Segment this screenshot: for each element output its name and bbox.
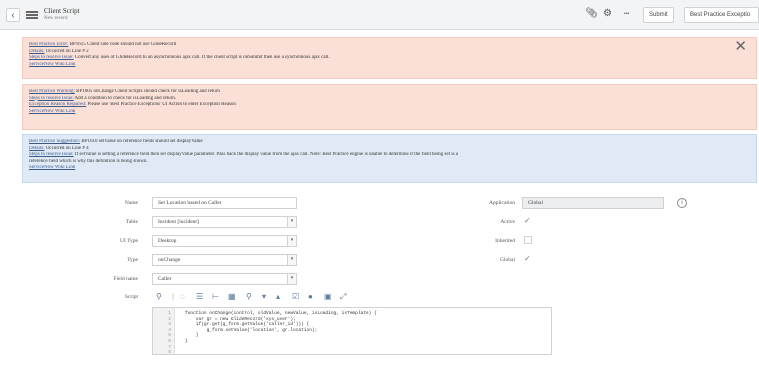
field-name-label: Field name [113, 276, 138, 282]
banner-text: reference field which is why this defini… [29, 158, 148, 164]
inherited-checkbox[interactable] [524, 236, 532, 244]
banner-text: Convert any uses of GlideRecord to an as… [73, 55, 330, 60]
chevron-down-icon: ▾ [287, 236, 296, 246]
field-name-select-value: Caller [158, 276, 172, 282]
banner-text: Occurred on Line # 2 [44, 48, 89, 54]
name-label: Name [124, 200, 138, 206]
back-button[interactable]: ‹ [6, 8, 20, 22]
chevron-down-icon[interactable]: ▾ [262, 292, 266, 302]
suggestion-banner: Best Practice Suggestion: BP1610 setValu… [22, 134, 757, 183]
banner-text: If setValue is setting a reference field… [73, 152, 459, 157]
banner-text: BP1615 Client side code should not use G… [68, 42, 177, 47]
active-checkbox[interactable]: ✓ [524, 217, 531, 225]
global-checkbox[interactable]: ✓ [524, 255, 531, 263]
save-icon[interactable]: ▣ [324, 292, 332, 302]
ui-type-select[interactable]: Desktop ▾ [152, 235, 297, 247]
script-editor[interactable]: 1 2 3 4 5 6 7 8 function onChange(contro… [152, 307, 552, 355]
script-label: Script [124, 294, 138, 300]
global-label: Global [500, 257, 515, 263]
table-select[interactable]: Incident [incident] ▾ [152, 216, 297, 228]
form-subtitle: New record [44, 16, 68, 21]
banner-link[interactable]: Best Practice Suggestion: [29, 139, 80, 144]
type-label: Type [127, 257, 138, 263]
best-practice-exception-button[interactable]: Best Practice Exceptio [684, 7, 759, 23]
type-select[interactable]: onChange ▾ [152, 254, 297, 266]
replace-icon[interactable]: ▦ [228, 292, 236, 302]
script-include-icon[interactable]: ⚲ [156, 292, 162, 302]
wiki-link[interactable]: ServiceNow Wiki Link [29, 165, 75, 170]
chevron-up-icon[interactable]: ▴ [276, 292, 280, 302]
banner-text: Occurred on Line # 4 [44, 145, 89, 151]
line-numbers: 1 2 3 4 5 6 7 8 [153, 308, 175, 355]
application-field: Global [522, 197, 664, 209]
banner-line: ServiceNow Wiki Link [29, 62, 750, 69]
table-label: Table [125, 219, 138, 225]
syntax-check-icon[interactable]: ☑ [292, 292, 299, 302]
gear-icon[interactable]: ⚙ [603, 9, 612, 19]
banner-link[interactable]: Steps to resolve Issue: [29, 55, 74, 60]
submit-button[interactable]: Submit [643, 7, 674, 23]
banner-link[interactable]: Exception Reason Required: [29, 102, 86, 107]
search-icon[interactable]: ⚲ [246, 292, 252, 302]
warning-banner: Best Practice Warning: BP1605 onChange C… [22, 84, 757, 130]
info-icon[interactable]: i [677, 198, 687, 208]
field-name-select[interactable]: Caller ▾ [152, 273, 297, 285]
application-label: Application [489, 200, 515, 206]
chevron-down-icon: ▾ [287, 274, 296, 284]
banner-link[interactable]: Best Practice Error: [29, 42, 68, 47]
form-header: ‹ Client Script New record 📎︎ ⚙ ••• Subm… [0, 0, 759, 30]
chevron-down-icon: ▾ [287, 217, 296, 227]
separator-icon: | [172, 292, 175, 301]
banner-link[interactable]: Steps to resolve Issue: [29, 96, 74, 101]
context-menu-icon[interactable] [26, 11, 38, 19]
wiki-link[interactable]: ServiceNow Wiki Link [29, 62, 75, 67]
banner-text: Please use 'Best Practice Exceptions' UI… [86, 102, 236, 107]
error-banner: Best Practice Error: BP1615 Client side … [22, 37, 757, 79]
form-title: Client Script [44, 7, 80, 15]
banner-link[interactable]: Best Practice Warning: [29, 89, 75, 94]
more-options-button[interactable]: ••• [624, 11, 629, 17]
banner-text: Add a condition to check for isLoading a… [73, 95, 177, 101]
banner-link[interactable]: Details: [29, 146, 45, 151]
name-field[interactable]: Set Location based on Caller [152, 197, 297, 209]
script-code[interactable]: function onChange(control, oldValue, new… [185, 311, 377, 345]
type-select-value: onChange [158, 257, 181, 263]
banner-line: ServiceNow Wiki Link [29, 165, 750, 172]
banner-text: BP1610 setValue on reference fields shou… [80, 139, 203, 144]
comment-icon[interactable]: ◌ [180, 292, 185, 302]
attachment-icon[interactable]: 📎︎ [585, 9, 598, 19]
ui-type-label: UI Type [120, 238, 138, 244]
banner-line: ServiceNow Wiki Link [29, 109, 750, 116]
fullscreen-icon[interactable]: ⤢ [340, 292, 346, 302]
banner-text: BP1605 onChange Client Scripts should ch… [74, 89, 220, 94]
toggle-comment-icon[interactable]: ☰ [196, 292, 203, 302]
active-label: Active [500, 219, 515, 225]
close-icon[interactable]: ✕ [734, 39, 747, 54]
inherited-label: Inherited [495, 238, 515, 244]
table-select-value: Incident [incident] [158, 219, 199, 225]
banner-link[interactable]: Details: [29, 49, 45, 54]
banner-link[interactable]: Steps to resolve Issue: [29, 152, 74, 157]
chevron-down-icon: ▾ [287, 255, 296, 265]
wiki-link[interactable]: ServiceNow Wiki Link [29, 109, 75, 114]
ui-type-select-value: Desktop [158, 238, 177, 244]
script-debugger-icon[interactable]: ● [308, 292, 313, 302]
format-code-icon[interactable]: ⊢ [212, 292, 219, 302]
